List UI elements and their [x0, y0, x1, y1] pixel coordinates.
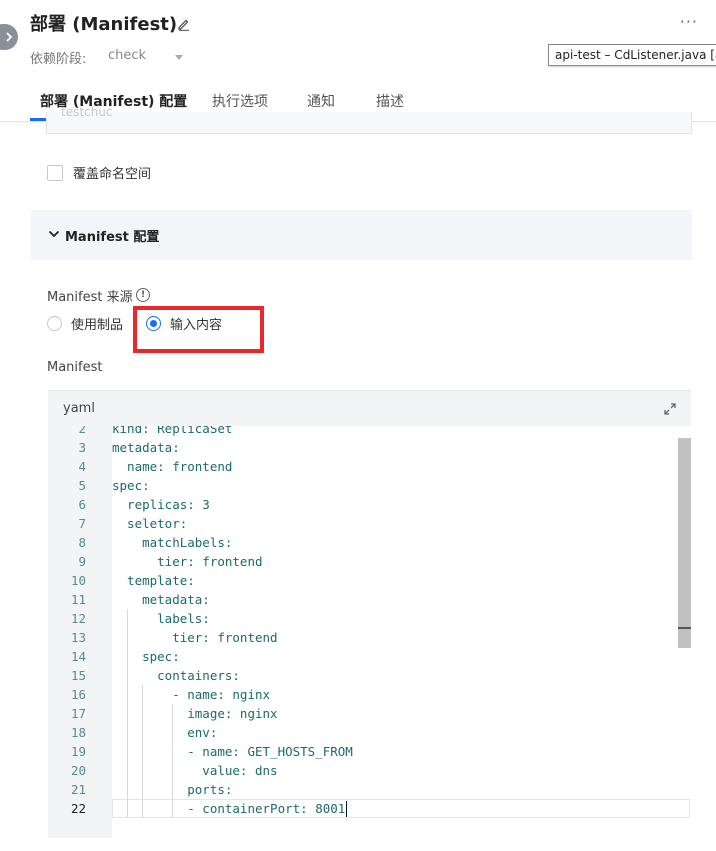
- code-line: 19 - name: GET_HOSTS_FROM: [48, 742, 691, 761]
- line-number: 21: [70, 782, 86, 797]
- override-namespace-label: 覆盖命名空间: [73, 167, 152, 182]
- dependency-label: 依赖阶段:: [30, 52, 87, 67]
- line-number: 11: [70, 592, 86, 607]
- code-line: 15 containers:: [48, 666, 691, 685]
- window-tooltip: api-test – CdListener.java [a: [548, 44, 716, 66]
- code-line: 8 matchLabels:: [48, 533, 691, 552]
- code-line: 17 image: nginx: [48, 704, 691, 723]
- code-line: 18 env:: [48, 723, 691, 742]
- manifest-stage-editor: 部署 (Manifest) ··· 依赖阶段: check api-test –…: [0, 0, 716, 851]
- line-number: 15: [70, 668, 86, 683]
- editor-toolbar: yaml: [48, 390, 691, 426]
- line-number: 17: [70, 706, 86, 721]
- expand-icon[interactable]: [663, 402, 677, 416]
- text-cursor: [346, 801, 348, 817]
- line-number: 3: [78, 440, 86, 455]
- radio-use-artifact[interactable]: [47, 316, 62, 331]
- code-line: 4 name: frontend: [48, 457, 691, 476]
- override-namespace-checkbox[interactable]: [47, 165, 63, 181]
- code-line: 5 spec:: [48, 476, 691, 495]
- code-line: 10 template:: [48, 571, 691, 590]
- chevron-right-icon: [6, 32, 13, 42]
- code-editor[interactable]: 2 kind: ReplicaSet 3 metadata: 4 name: front…: [48, 426, 691, 838]
- code-text: tier: frontend: [112, 630, 278, 645]
- more-options-icon[interactable]: ···: [680, 12, 698, 31]
- chevron-down-icon: [48, 230, 60, 238]
- manifest-label: Manifest: [47, 360, 103, 375]
- namespace-input[interactable]: testchuc: [46, 105, 692, 134]
- code-text: - name: nginx: [112, 687, 271, 702]
- line-number: 14: [70, 649, 86, 664]
- line-number: 9: [78, 554, 86, 569]
- line-number: 12: [70, 611, 86, 626]
- radio-use-artifact-label[interactable]: 使用制品: [71, 314, 123, 333]
- code-text: image: nginx: [112, 706, 278, 721]
- line-number: 16: [70, 687, 86, 702]
- section-title: Manifest 配置: [65, 230, 160, 245]
- indent-guide: [142, 685, 144, 818]
- code-line: 13 tier: frontend: [48, 628, 691, 647]
- code-text: template:: [112, 573, 195, 588]
- manifest-source-label: Manifest 来源: [47, 290, 133, 305]
- caret-down-icon[interactable]: [175, 55, 183, 60]
- line-number: 13: [70, 630, 86, 645]
- tab-notifications[interactable]: 通知: [307, 91, 335, 111]
- collapse-panel-button[interactable]: [0, 24, 18, 50]
- code-line: 6 replicas: 3: [48, 495, 691, 514]
- info-icon[interactable]: !: [136, 288, 150, 302]
- line-number: 19: [70, 744, 86, 759]
- code-line: 16 - name: nginx: [48, 685, 691, 704]
- annotation-highlight-box: [133, 306, 264, 353]
- code-text: - name: GET_HOSTS_FROM: [112, 744, 353, 759]
- dependency-select[interactable]: check: [108, 48, 146, 63]
- scrollbar-position-marker: [678, 627, 691, 629]
- pencil-icon[interactable]: [177, 17, 191, 31]
- line-number: 4: [78, 459, 86, 474]
- code-text: metadata:: [112, 440, 180, 455]
- code-line: 7 seletor:: [48, 514, 691, 533]
- code-line: 9 tier: frontend: [48, 552, 691, 571]
- code-line: 21 ports:: [48, 780, 691, 799]
- code-text: tier: frontend: [112, 554, 263, 569]
- namespace-input-value: testchuc: [61, 105, 113, 119]
- line-number: 7: [78, 516, 86, 531]
- manifest-config-section-header[interactable]: Manifest 配置: [31, 210, 692, 260]
- line-number: 18: [70, 725, 86, 740]
- code-line: 20 value: dns: [48, 761, 691, 780]
- code-line: 12 labels:: [48, 609, 691, 628]
- indent-guide: [172, 704, 174, 818]
- code-text: name: frontend: [112, 459, 233, 474]
- code-text: kind: ReplicaSet: [112, 426, 233, 436]
- line-number: 8: [78, 535, 86, 550]
- code-text: seletor:: [112, 516, 188, 531]
- line-number: 20: [70, 763, 86, 778]
- line-number: 5: [78, 478, 86, 493]
- line-number: 6: [78, 497, 86, 512]
- line-number: 22: [70, 801, 86, 816]
- code-line: 22 - containerPort: 8001: [48, 799, 691, 818]
- line-number: 2: [78, 426, 86, 436]
- tab-description[interactable]: 描述: [376, 91, 404, 111]
- tab-execution-options[interactable]: 执行选项: [212, 91, 268, 111]
- code-text: containers:: [112, 668, 240, 683]
- code-line: 11 metadata:: [48, 590, 691, 609]
- code-text: metadata:: [112, 592, 210, 607]
- code-line: 14 spec:: [48, 647, 691, 666]
- editor-scrollbar[interactable]: [678, 438, 691, 648]
- code-line: 3 metadata:: [48, 438, 691, 457]
- line-number: 10: [70, 573, 86, 588]
- code-text: matchLabels:: [112, 535, 233, 550]
- code-text: value: dns: [112, 763, 278, 778]
- page-title: 部署 (Manifest): [30, 14, 178, 35]
- editor-language: yaml: [63, 401, 95, 416]
- code-text: spec:: [112, 649, 180, 664]
- code-text: replicas: 3: [112, 497, 210, 512]
- code-text: - containerPort: 8001: [112, 801, 346, 816]
- code-text: spec:: [112, 478, 150, 493]
- indent-guide: [127, 609, 129, 818]
- code-line: 2 kind: ReplicaSet: [48, 426, 691, 438]
